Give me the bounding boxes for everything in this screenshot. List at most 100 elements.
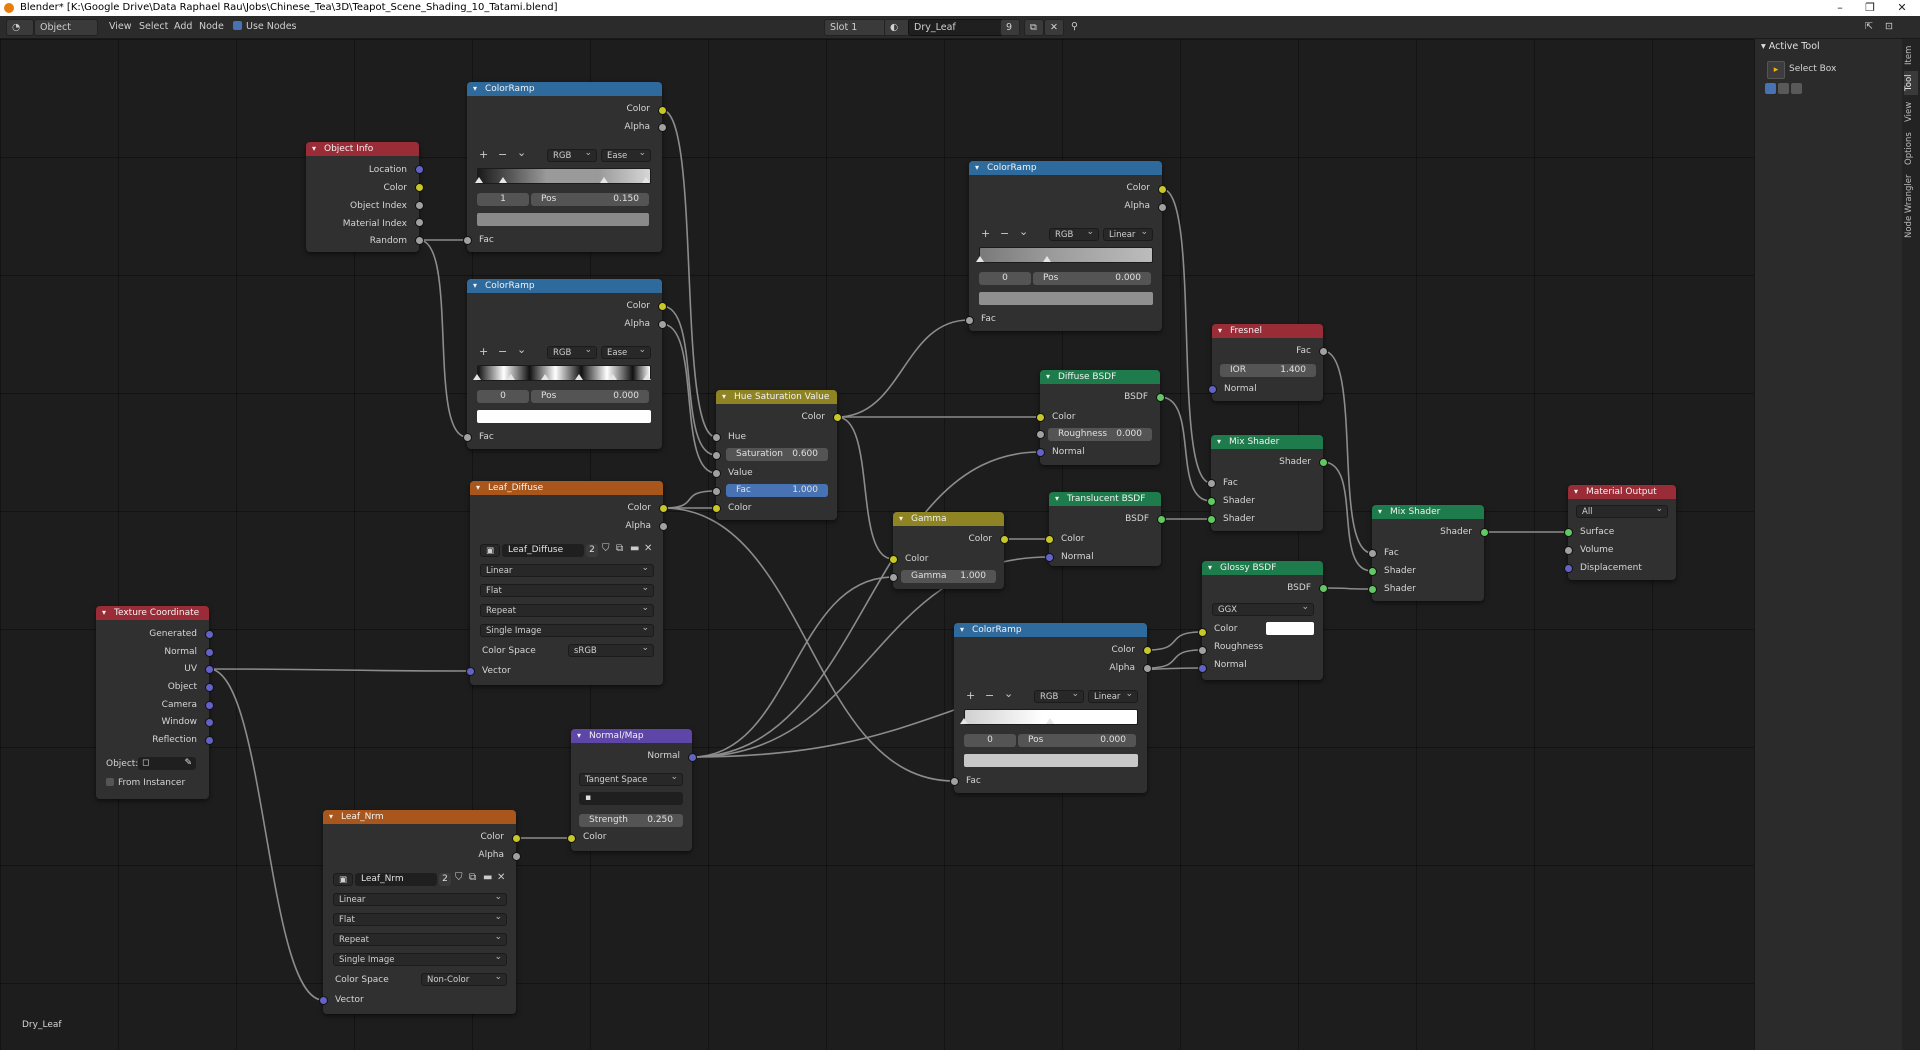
fac-slider[interactable]: Fac 1.000 [726, 484, 828, 497]
image-texture-node[interactable]: Leaf_Nrm Color Alpha ▣ Leaf_Nrm 2 ⛉ ⧉ ▬ … [323, 810, 516, 1014]
colorramp-node[interactable]: ColorRamp Color Alpha + − ⌄ RGB Ease 1 P… [467, 82, 662, 252]
node-socket[interactable] [658, 320, 667, 329]
distribution-select[interactable]: GGX [1212, 601, 1314, 616]
node-header[interactable]: Leaf_Nrm [323, 810, 516, 824]
tab-node-wrangler[interactable]: Node Wrangler [1904, 173, 1918, 239]
node-socket[interactable] [1564, 546, 1573, 555]
uv-map-field[interactable]: ▪ [579, 792, 683, 805]
node-socket[interactable] [688, 753, 697, 762]
node-socket[interactable] [1319, 584, 1328, 593]
node-socket[interactable] [1368, 585, 1377, 594]
stop-index-field[interactable]: 0 [979, 272, 1031, 285]
ramp-stop[interactable] [507, 374, 515, 380]
interpolation-select[interactable]: Ease [601, 147, 651, 162]
node-socket[interactable] [712, 451, 721, 460]
select-box-icon[interactable]: ▸ [1767, 61, 1785, 79]
material-name-field[interactable]: Dry_Leaf [908, 19, 1008, 36]
node-header[interactable]: Glossy BSDF [1202, 561, 1323, 575]
slot-select[interactable]: Slot 1 [824, 19, 888, 36]
material-output-node[interactable]: Material Output All Surface Volume Displ… [1568, 485, 1676, 580]
stop-pos-field[interactable]: Pos 0.000 [1033, 272, 1151, 285]
node-socket[interactable] [1045, 553, 1054, 562]
node-socket[interactable] [1368, 567, 1377, 576]
from-instancer-checkbox[interactable]: From Instancer [106, 778, 185, 788]
node-socket[interactable] [1208, 385, 1217, 394]
node-socket[interactable] [1480, 528, 1489, 537]
node-socket[interactable] [1207, 497, 1216, 506]
translucent-bsdf-node[interactable]: Translucent BSDF BSDF Color Normal [1049, 492, 1161, 566]
ramp-stop[interactable] [1046, 718, 1054, 724]
color-space-select[interactable]: sRGB [568, 642, 654, 657]
node-socket[interactable] [463, 433, 472, 442]
node-socket[interactable] [1036, 448, 1045, 457]
source-select[interactable]: Single Image [333, 951, 507, 966]
node-socket[interactable] [1143, 646, 1152, 655]
node-header[interactable]: Material Output [1568, 485, 1676, 499]
node-header[interactable]: ColorRamp [467, 82, 662, 96]
roughness-field[interactable]: Roughness 0.000 [1048, 428, 1152, 441]
node-socket[interactable] [712, 433, 721, 442]
node-header[interactable]: ColorRamp [954, 623, 1147, 637]
header-option-icon[interactable]: ⇱ [1860, 19, 1878, 34]
editor-type-icon[interactable]: ◔ [6, 19, 34, 36]
material-users[interactable]: 9 [1000, 19, 1020, 36]
node-socket[interactable] [712, 504, 721, 513]
image-name-field[interactable]: Leaf_Nrm [355, 873, 437, 886]
pin-icon[interactable]: ⚲ [1066, 19, 1083, 34]
stop-color-swatch[interactable] [477, 410, 651, 423]
image-name-field[interactable]: Leaf_Diffuse [502, 544, 584, 557]
node-socket[interactable] [205, 736, 214, 745]
ramp-stop[interactable] [609, 374, 617, 380]
image-users[interactable]: 2 [586, 544, 598, 557]
ior-field[interactable]: IOR 1.400 [1220, 364, 1316, 377]
maximize-icon[interactable]: ❐ [1856, 1, 1884, 14]
ramp-stop[interactable] [475, 177, 483, 183]
tab-item[interactable]: Item [1904, 43, 1918, 67]
unlink-image-icon[interactable]: ✕ [644, 543, 652, 554]
remove-stop-icon[interactable]: − [985, 689, 994, 702]
node-header[interactable]: Object Info [306, 142, 419, 156]
node-socket[interactable] [466, 667, 475, 676]
new-image-icon[interactable]: ⧉ [469, 872, 476, 883]
node-socket[interactable] [1207, 515, 1216, 524]
node-socket[interactable] [950, 777, 959, 786]
gamma-node[interactable]: Gamma Color Color Gamma 1.000 [893, 512, 1004, 589]
image-browse-icon[interactable]: ▣ [480, 542, 500, 557]
ramp-menu-icon[interactable]: ⌄ [1019, 225, 1028, 238]
node-header[interactable]: Fresnel [1212, 324, 1323, 338]
node-socket[interactable] [1368, 549, 1377, 558]
ramp-stop[interactable] [643, 374, 651, 380]
active-tool-header[interactable]: ▾ Active Tool [1761, 39, 1899, 54]
extension-select[interactable]: Repeat [480, 602, 654, 617]
node-socket[interactable] [1036, 430, 1045, 439]
interpolation-select[interactable]: Linear [1103, 226, 1153, 241]
node-socket[interactable] [1207, 479, 1216, 488]
glossy-color-swatch[interactable] [1266, 622, 1314, 635]
ramp-stop[interactable] [976, 256, 984, 262]
node-socket[interactable] [512, 834, 521, 843]
node-socket[interactable] [205, 648, 214, 657]
material-browse-icon[interactable]: ◐ [884, 19, 910, 36]
ramp-stop[interactable] [473, 374, 481, 380]
node-socket[interactable] [205, 665, 214, 674]
node-header[interactable]: Mix Shader [1211, 435, 1323, 449]
add-stop-icon[interactable]: + [981, 227, 990, 240]
ramp-stop[interactable] [600, 177, 608, 183]
node-socket[interactable] [889, 573, 898, 582]
node-socket[interactable] [1158, 185, 1167, 194]
glossy-bsdf-node[interactable]: Glossy BSDF BSDF GGX Color Roughness Nor… [1202, 561, 1323, 680]
node-socket[interactable] [415, 236, 424, 245]
ramp-stop[interactable] [575, 374, 583, 380]
remove-stop-icon[interactable]: − [1000, 227, 1009, 240]
open-image-icon[interactable]: ▬ [630, 543, 639, 554]
colorramp-node[interactable]: ColorRamp Color Alpha + − ⌄ RGB Linear 0… [954, 623, 1147, 793]
interpolation-select[interactable]: Linear [480, 562, 654, 577]
node-socket[interactable] [1198, 628, 1207, 637]
menu-view[interactable]: View [104, 19, 137, 34]
stop-index-field[interactable]: 0 [964, 734, 1016, 747]
hue-saturation-value-node[interactable]: Hue Saturation Value Color Hue Saturatio… [716, 390, 837, 520]
stop-index-field[interactable]: 1 [477, 193, 529, 206]
remove-stop-icon[interactable]: − [498, 345, 507, 358]
fake-user-icon[interactable]: ⧉ [1024, 19, 1044, 36]
node-socket[interactable] [463, 236, 472, 245]
